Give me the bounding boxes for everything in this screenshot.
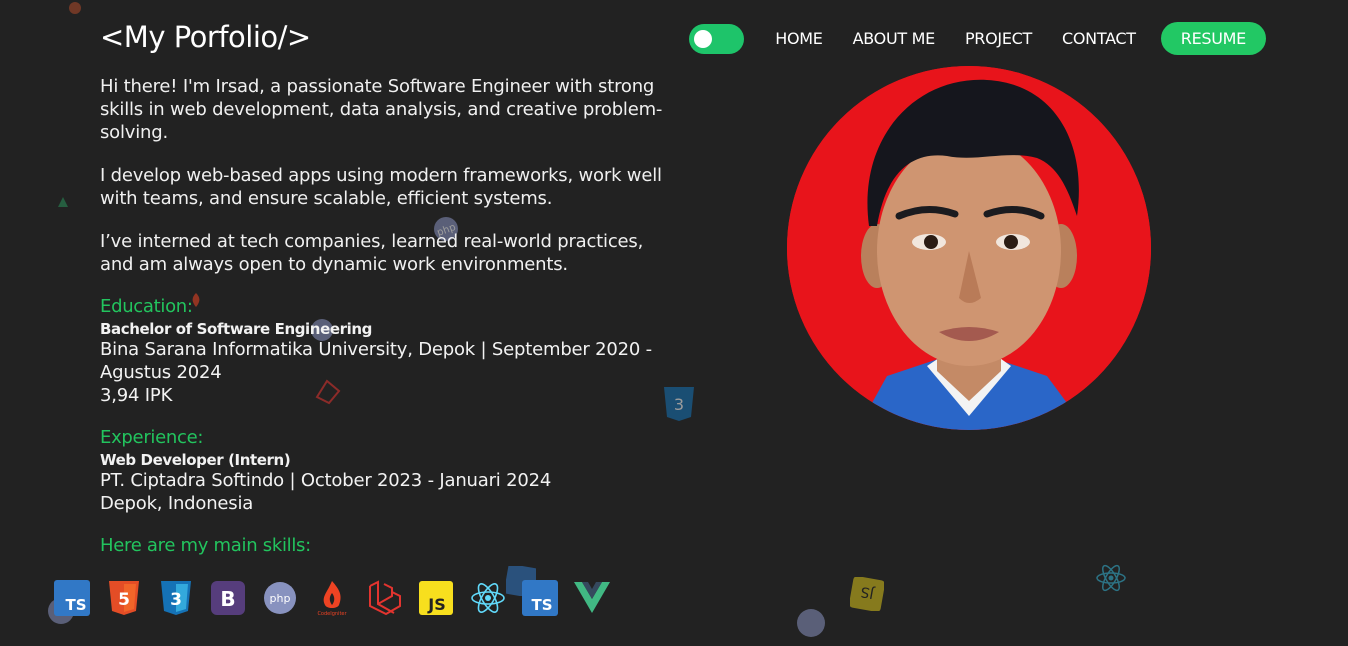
floating-js-icon: JS xyxy=(849,576,885,615)
react-icon xyxy=(468,578,508,618)
experience-title: Experience: xyxy=(100,427,204,448)
svg-text:B: B xyxy=(220,587,235,611)
javascript-icon: JS xyxy=(416,578,456,618)
php-icon: php xyxy=(260,578,300,618)
theme-toggle[interactable] xyxy=(689,23,745,54)
experience-block: Experience: Web Developer (Intern) PT. C… xyxy=(100,427,680,515)
laravel-icon xyxy=(364,578,404,618)
profile-photo xyxy=(787,66,1151,430)
experience-location: Depok, Indonesia xyxy=(100,493,254,514)
nav-contact[interactable]: CONTACT xyxy=(1062,29,1136,48)
work-paragraph: I develop web-based apps using modern fr… xyxy=(100,165,662,209)
floating-triangle-icon xyxy=(58,192,68,211)
svg-text:TS: TS xyxy=(65,596,86,614)
nav-about-me[interactable]: ABOUT ME xyxy=(853,29,936,48)
education-degree: Bachelor of Software Engineering xyxy=(100,320,372,338)
skills-icon-row: TS 5 3 B php CodeIgniter JS TS xyxy=(52,578,624,618)
svg-text:5: 5 xyxy=(118,590,130,610)
svg-text:php: php xyxy=(270,592,291,605)
bootstrap-icon: B xyxy=(208,578,248,618)
navbar: <My Porfolio/> HOME ABOUT ME PROJECT CON… xyxy=(0,0,1348,78)
css3-icon: 3 xyxy=(156,578,196,618)
vue-icon xyxy=(572,578,612,618)
education-title: Education: xyxy=(100,296,193,317)
floating-php-icon xyxy=(796,608,826,642)
html5-icon: 5 xyxy=(104,578,144,618)
education-gpa: 3,94 IPK xyxy=(100,385,173,406)
education-block: Education: Bachelor of Software Engineer… xyxy=(100,296,680,407)
floating-react-icon xyxy=(1095,562,1127,598)
experience-role: Web Developer (Intern) xyxy=(100,451,291,469)
intern-paragraph: I’ve interned at tech companies, learned… xyxy=(100,231,644,275)
svg-text:TS: TS xyxy=(531,596,552,614)
portrait-illustration xyxy=(787,66,1151,430)
codeigniter-icon: CodeIgniter xyxy=(312,578,352,618)
svg-text:JS: JS xyxy=(859,583,876,601)
about-section: Hi there! I'm Irsad, a passionate Softwa… xyxy=(100,75,680,556)
intro-paragraph: Hi there! I'm Irsad, a passionate Softwa… xyxy=(100,76,663,143)
resume-button[interactable]: RESUME xyxy=(1160,22,1266,55)
site-logo[interactable]: <My Porfolio/> xyxy=(100,20,311,54)
nav-home[interactable]: HOME xyxy=(775,29,823,48)
education-school: Bina Sarana Informatika University, Depo… xyxy=(100,339,652,383)
svg-text:JS: JS xyxy=(427,595,445,614)
skills-title: Here are my main skills: xyxy=(100,535,311,556)
svg-text:3: 3 xyxy=(170,590,182,610)
experience-company: PT. Ciptadra Softindo | October 2023 - J… xyxy=(100,470,552,491)
typescript-icon: TS xyxy=(52,578,92,618)
nav-project[interactable]: PROJECT xyxy=(965,29,1032,48)
typescript-icon: TS xyxy=(520,578,560,618)
main-nav: HOME ABOUT ME PROJECT CONTACT RESUME xyxy=(689,22,1266,55)
toggle-knob xyxy=(694,29,713,48)
svg-text:CodeIgniter: CodeIgniter xyxy=(317,611,347,617)
